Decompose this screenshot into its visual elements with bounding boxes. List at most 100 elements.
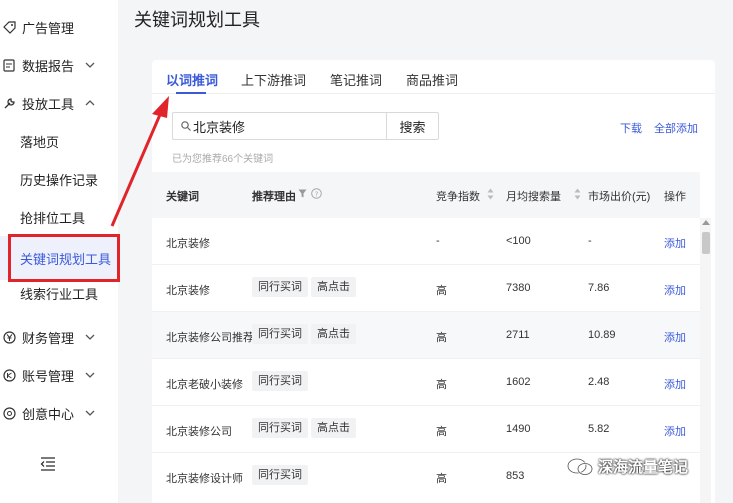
recommend-count-hint: 已为您推荐66个关键词 bbox=[172, 154, 274, 165]
row-keyword: 北京装修公司 bbox=[166, 426, 232, 438]
tab-upstream-downstream[interactable]: 上下游推词 bbox=[241, 70, 306, 89]
row-keyword: 北京老破小装修 bbox=[166, 379, 243, 391]
sidebar-subitem-label: 线索行业工具 bbox=[20, 286, 99, 302]
tab-bar: 以词推词 上下游推词 笔记推词 商品推词 bbox=[152, 60, 715, 94]
row-monthly-search: 7380 bbox=[506, 282, 531, 294]
table-row: 北京装修公司 同行买词 高点击 高 1490 5.82 添加 bbox=[152, 406, 700, 453]
sidebar-subitem-landing-page[interactable]: 落地页 bbox=[0, 122, 118, 160]
sidebar-item-label: 账号管理 bbox=[22, 368, 75, 384]
chevron-down-icon bbox=[85, 372, 95, 378]
sidebar-subitem-label: 关键词规划工具 bbox=[20, 251, 112, 267]
wechat-icon bbox=[567, 457, 593, 475]
reason-tag: 同行买词 bbox=[252, 465, 308, 485]
table-row: 北京装修公司推荐 同行买词 高点击 高 2711 10.89 添加 bbox=[152, 312, 700, 359]
row-competition: - bbox=[436, 235, 440, 247]
row-market-bid: 2.48 bbox=[588, 376, 610, 388]
row-market-bid: 5.82 bbox=[588, 423, 610, 435]
reason-tag: 同行买词 bbox=[252, 277, 308, 297]
tag-icon bbox=[2, 20, 16, 34]
search-button[interactable]: 搜索 bbox=[386, 112, 439, 140]
scroll-thumb[interactable] bbox=[702, 232, 710, 254]
row-monthly-search: 853 bbox=[506, 470, 525, 482]
chevron-down-icon bbox=[85, 410, 95, 416]
wrench-icon bbox=[2, 96, 16, 110]
chevron-up-icon bbox=[85, 100, 95, 106]
sidebar-subitem-lead-industry[interactable]: 线索行业工具 bbox=[0, 274, 118, 312]
chevron-down-icon bbox=[85, 334, 95, 340]
table-header: 关键词 推荐理由 ? 竞争指数 月均搜索量 市场出价(元) 操作 bbox=[152, 172, 700, 218]
search-icon bbox=[181, 121, 191, 131]
scroll-up-icon[interactable] bbox=[702, 220, 710, 225]
row-keyword: 北京装修 bbox=[166, 285, 210, 297]
search-input[interactable]: 北京装修 bbox=[172, 112, 387, 140]
sidebar-item-label: 财务管理 bbox=[22, 330, 75, 346]
row-competition: 高 bbox=[436, 473, 447, 485]
help-icon[interactable]: ? bbox=[311, 188, 322, 199]
row-market-bid: 10.89 bbox=[588, 329, 616, 341]
tab-note-recommend[interactable]: 笔记推词 bbox=[330, 70, 382, 89]
keyword-planner-card: 以词推词 上下游推词 笔记推词 商品推词 北京装修 搜索 已为您推荐66个关键词… bbox=[152, 60, 715, 503]
row-competition: 高 bbox=[436, 285, 447, 297]
reason-tag: 高点击 bbox=[311, 324, 356, 344]
table-scrollbar[interactable] bbox=[700, 218, 711, 503]
reason-tag: 高点击 bbox=[311, 418, 356, 438]
svg-text:?: ? bbox=[315, 190, 319, 198]
page-title: 关键词规划工具 bbox=[134, 10, 260, 30]
add-keyword-button[interactable]: 添加 bbox=[664, 423, 686, 439]
row-competition: 高 bbox=[436, 379, 447, 391]
search-value: 北京装修 bbox=[193, 119, 246, 135]
sidebar-subitem-label: 抢排位工具 bbox=[20, 210, 86, 226]
sidebar-item-creative[interactable]: 创意中心 bbox=[0, 394, 118, 432]
sidebar: 广告管理 数据报告 投放工具 落地页 历史操作记录 抢排位工具 关键词规划工具 … bbox=[0, 0, 118, 503]
row-competition: 高 bbox=[436, 426, 447, 438]
sidebar-subitem-ranking-tool[interactable]: 抢排位工具 bbox=[0, 198, 118, 236]
row-market-bid: 7.86 bbox=[588, 282, 610, 294]
sidebar-item-account[interactable]: 账号管理 bbox=[0, 356, 118, 394]
header-monthly-search: 月均搜索量 bbox=[506, 191, 561, 203]
collapse-sidebar-icon[interactable] bbox=[40, 457, 56, 471]
reason-tag: 同行买词 bbox=[252, 324, 308, 344]
row-keyword: 北京装修设计师 bbox=[166, 473, 243, 485]
watermark-text: 深海流量笔记 bbox=[598, 459, 689, 476]
download-link[interactable]: 下载 bbox=[620, 120, 642, 136]
yen-icon bbox=[2, 330, 16, 344]
active-tab-indicator bbox=[176, 92, 206, 94]
row-keyword: 北京装修 bbox=[166, 238, 210, 250]
sort-icon[interactable] bbox=[574, 188, 581, 200]
row-competition: 高 bbox=[436, 332, 447, 344]
sidebar-item-label: 投放工具 bbox=[22, 96, 75, 112]
table-row: 北京装修 同行买词 高点击 高 7380 7.86 添加 bbox=[152, 265, 700, 312]
table-row: 北京装修 - <100 - 添加 bbox=[152, 218, 700, 265]
sidebar-item-delivery-tools[interactable]: 投放工具 bbox=[0, 84, 118, 122]
reason-tag: 同行买词 bbox=[252, 418, 308, 438]
reason-tag: 同行买词 bbox=[252, 371, 308, 391]
sort-icon[interactable] bbox=[487, 188, 494, 200]
add-keyword-button[interactable]: 添加 bbox=[664, 235, 686, 251]
header-operation: 操作 bbox=[664, 191, 686, 203]
row-monthly-search: <100 bbox=[506, 235, 531, 247]
sidebar-subitem-history[interactable]: 历史操作记录 bbox=[0, 160, 118, 198]
tab-keyword-recommend[interactable]: 以词推词 bbox=[166, 70, 218, 89]
table-row: 北京老破小装修 同行买词 高 1602 2.48 添加 bbox=[152, 359, 700, 406]
sidebar-subitem-label: 落地页 bbox=[20, 134, 60, 150]
add-keyword-button[interactable]: 添加 bbox=[664, 376, 686, 392]
sidebar-item-finance[interactable]: 财务管理 bbox=[0, 318, 118, 356]
row-keyword: 北京装修公司推荐 bbox=[166, 332, 254, 344]
account-icon bbox=[2, 368, 16, 382]
row-monthly-search: 1490 bbox=[506, 423, 531, 435]
add-all-link[interactable]: 全部添加 bbox=[654, 120, 698, 136]
reason-tag: 高点击 bbox=[311, 277, 356, 297]
row-monthly-search: 2711 bbox=[506, 329, 530, 341]
add-keyword-button[interactable]: 添加 bbox=[664, 282, 686, 298]
sidebar-item-reports[interactable]: 数据报告 bbox=[0, 46, 118, 84]
filter-icon[interactable] bbox=[298, 189, 307, 198]
header-reason: 推荐理由 bbox=[252, 191, 296, 203]
add-keyword-button[interactable]: 添加 bbox=[664, 329, 686, 345]
sidebar-item-label: 数据报告 bbox=[22, 58, 75, 74]
sidebar-item-label: 创意中心 bbox=[22, 406, 75, 422]
sidebar-item-ads[interactable]: 广告管理 bbox=[0, 8, 118, 46]
header-market-bid: 市场出价(元) bbox=[588, 191, 651, 203]
sidebar-item-label: 广告管理 bbox=[22, 20, 75, 36]
tab-product-recommend[interactable]: 商品推词 bbox=[406, 70, 458, 89]
chevron-down-icon bbox=[85, 62, 95, 68]
